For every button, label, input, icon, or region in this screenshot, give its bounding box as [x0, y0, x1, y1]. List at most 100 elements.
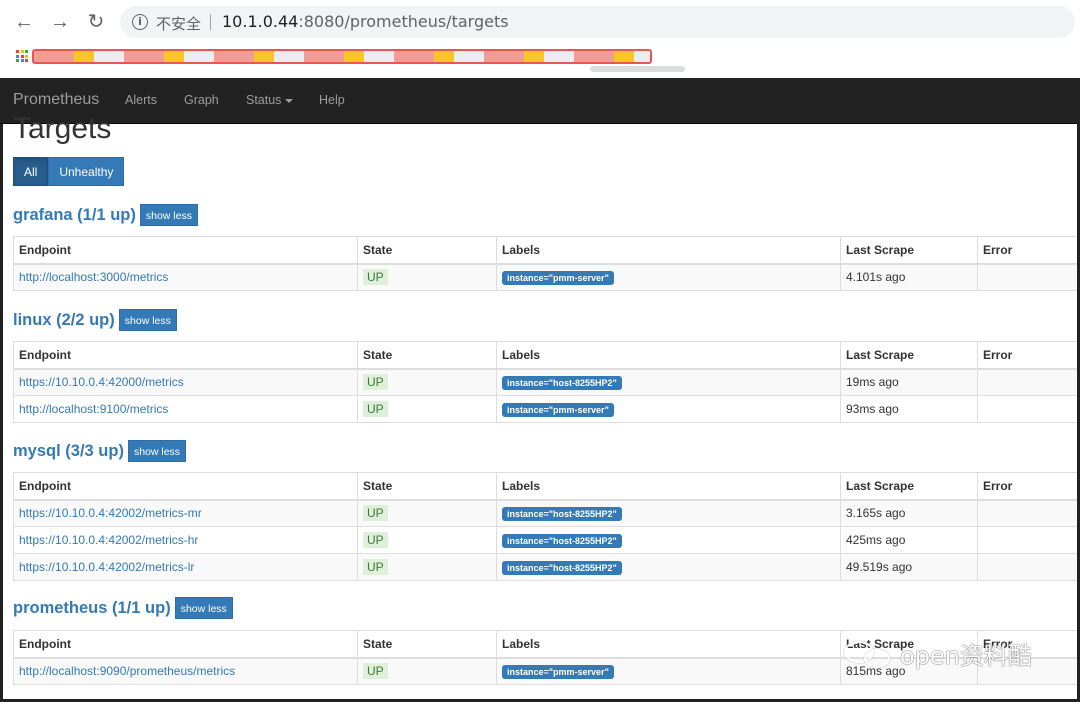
url-host: 10.1.0.44 — [222, 12, 299, 31]
error-cell — [977, 395, 1080, 423]
col-state: State — [357, 341, 497, 370]
window-frame-left — [0, 124, 3, 702]
label-badge: instance="host-8255HP2" — [502, 560, 622, 575]
state-badge: UP — [363, 663, 388, 680]
last-scrape: 19ms ago — [840, 368, 978, 396]
col-state: State — [357, 472, 497, 501]
state-badge: UP — [363, 269, 388, 286]
filter-unhealthy-button[interactable]: Unhealthy — [48, 157, 125, 186]
last-scrape: 3.165s ago — [840, 499, 978, 527]
col-labels: Labels — [496, 472, 841, 501]
endpoint-link[interactable]: https://10.10.0.4:42002/metrics-lr — [19, 560, 194, 574]
label-badge: instance="host-8255HP2" — [502, 375, 622, 390]
label-badge: instance="pmm-server" — [502, 270, 614, 285]
wechat-logo-icon — [842, 637, 894, 671]
endpoint-link[interactable]: https://10.10.0.4:42002/metrics-mr — [19, 506, 202, 520]
table-header-row: Endpoint State Labels Last Scrape Error — [13, 341, 1080, 370]
job-header-mysql: mysql (3/3 up) show less — [13, 440, 187, 462]
endpoint-link[interactable]: https://10.10.0.4:42000/metrics — [19, 375, 184, 389]
show-less-button[interactable]: show less — [118, 309, 177, 331]
table-header-row: Endpoint State Labels Last Scrape Error — [13, 472, 1080, 501]
last-scrape: 425ms ago — [840, 526, 978, 554]
job-header-grafana: grafana (1/1 up) show less — [13, 204, 198, 226]
col-state: State — [357, 630, 497, 659]
back-icon[interactable]: ← — [12, 10, 36, 34]
job-title[interactable]: prometheus (1/1 up) — [13, 599, 171, 618]
table-row: https://10.10.0.4:42002/metrics-lr UP in… — [13, 553, 1080, 581]
url-text[interactable]: 10.1.0.44:8080/prometheus/targets — [222, 12, 509, 31]
job-title[interactable]: grafana (1/1 up) — [13, 206, 136, 225]
targets-table-grafana: Endpoint State Labels Last Scrape Error … — [13, 236, 1080, 291]
col-endpoint: Endpoint — [13, 630, 358, 659]
endpoint-link[interactable]: http://localhost:3000/metrics — [19, 270, 168, 284]
address-divider — [210, 14, 211, 30]
nav-status[interactable]: Status — [246, 93, 294, 107]
col-labels: Labels — [496, 236, 841, 265]
error-cell — [977, 368, 1080, 396]
endpoint-link[interactable]: http://localhost:9090/prometheus/metrics — [19, 664, 235, 678]
nav-graph[interactable]: Graph — [184, 93, 219, 107]
error-cell — [977, 526, 1080, 554]
brand-link[interactable]: Prometheus — [13, 91, 99, 109]
job-title[interactable]: linux (2/2 up) — [13, 311, 115, 330]
col-last-scrape: Last Scrape — [840, 472, 978, 501]
label-badge: instance="host-8255HP2" — [502, 506, 622, 521]
col-labels: Labels — [496, 341, 841, 370]
nav-alerts[interactable]: Alerts — [125, 93, 157, 107]
url-path: :8080/prometheus/targets — [298, 12, 509, 31]
state-badge: UP — [363, 505, 388, 522]
nav-status-label: Status — [246, 93, 282, 107]
col-state: State — [357, 236, 497, 265]
col-labels: Labels — [496, 630, 841, 659]
targets-table-linux: Endpoint State Labels Last Scrape Error … — [13, 341, 1080, 423]
label-badge: instance="pmm-server" — [502, 664, 614, 679]
table-row: http://localhost:9100/metrics UP instanc… — [13, 395, 1080, 423]
address-bar[interactable]: i 不安全 10.1.0.44:8080/prometheus/targets — [120, 6, 1075, 38]
reload-icon[interactable]: ↻ — [84, 10, 108, 34]
table-row: http://localhost:3000/metrics UP instanc… — [13, 263, 1080, 291]
endpoint-link[interactable]: https://10.10.0.4:42002/metrics-hr — [19, 533, 198, 547]
error-cell — [977, 553, 1080, 581]
targets-table-mysql: Endpoint State Labels Last Scrape Error … — [13, 472, 1080, 581]
show-less-button[interactable]: show less — [127, 440, 187, 462]
filter-all-button[interactable]: All — [13, 157, 49, 186]
redacted-bookmark — [590, 66, 685, 72]
show-less-button[interactable]: show less — [174, 597, 233, 619]
table-row: https://10.10.0.4:42002/metrics-hr UP in… — [13, 526, 1080, 554]
job-title[interactable]: mysql (3/3 up) — [13, 442, 124, 461]
error-cell — [977, 263, 1080, 291]
top-navbar: Prometheus Alerts Graph Status Help — [0, 78, 1080, 124]
nav-help[interactable]: Help — [319, 93, 345, 107]
job-header-prometheus: prometheus (1/1 up) show less — [13, 597, 233, 619]
watermark: open资料酷 — [842, 636, 1032, 671]
col-error: Error — [977, 341, 1080, 370]
endpoint-link[interactable]: http://localhost:9100/metrics — [19, 402, 168, 416]
info-icon[interactable]: i — [132, 14, 148, 30]
last-scrape: 93ms ago — [840, 395, 978, 423]
col-last-scrape: Last Scrape — [840, 236, 978, 265]
col-last-scrape: Last Scrape — [840, 341, 978, 370]
col-endpoint: Endpoint — [13, 341, 358, 370]
insecure-label: 不安全 — [156, 15, 202, 33]
job-header-linux: linux (2/2 up) show less — [13, 309, 177, 331]
watermark-text: open资料酷 — [900, 642, 1032, 670]
label-badge: instance="host-8255HP2" — [502, 533, 622, 548]
show-less-button[interactable]: show less — [139, 204, 198, 226]
col-endpoint: Endpoint — [13, 236, 358, 265]
state-badge: UP — [363, 559, 388, 575]
table-row: https://10.10.0.4:42002/metrics-mr UP in… — [13, 499, 1080, 527]
forward-icon[interactable]: → — [48, 10, 72, 34]
apps-icon[interactable] — [16, 50, 28, 62]
caret-down-icon — [285, 98, 294, 103]
col-error: Error — [977, 236, 1080, 265]
col-endpoint: Endpoint — [13, 472, 358, 501]
state-badge: UP — [363, 532, 388, 548]
state-badge: UP — [363, 374, 388, 391]
redacted-bookmarks-bar — [32, 49, 652, 64]
table-header-row: Endpoint State Labels Last Scrape Error — [13, 236, 1080, 265]
page-title: Targets — [13, 112, 112, 145]
last-scrape: 4.101s ago — [840, 263, 978, 291]
col-error: Error — [977, 472, 1080, 501]
last-scrape: 49.519s ago — [840, 553, 978, 581]
table-row: https://10.10.0.4:42000/metrics UP insta… — [13, 368, 1080, 396]
